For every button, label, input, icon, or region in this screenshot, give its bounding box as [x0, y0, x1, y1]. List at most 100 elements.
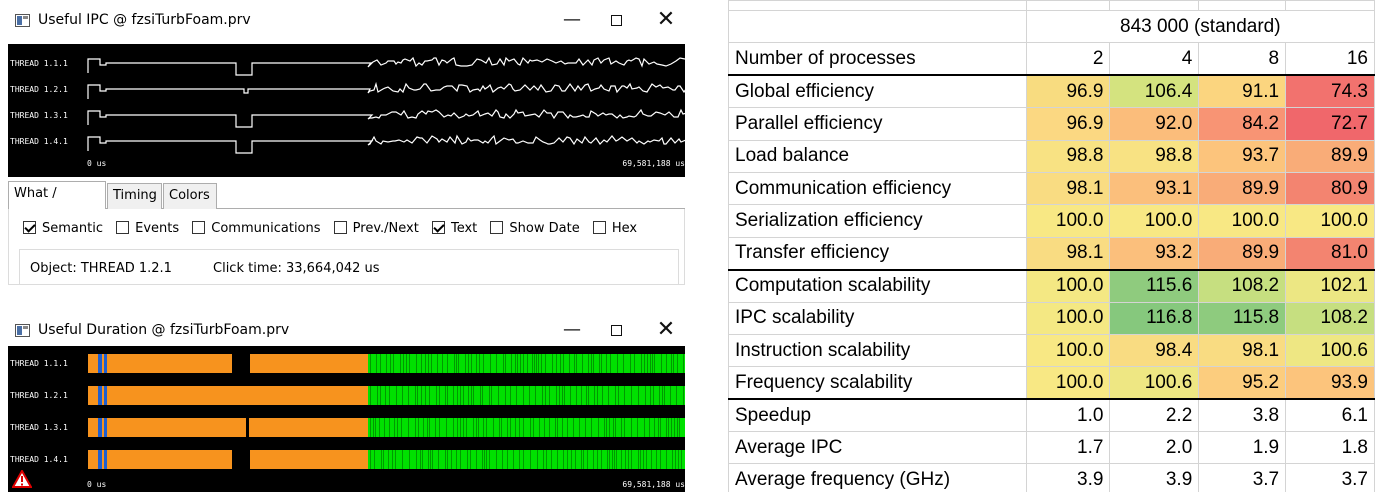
metric-label[interactable]: Computation scalability [728, 268, 1027, 303]
metric-value[interactable]: 100.0 [1025, 301, 1111, 335]
metric-label[interactable]: Average frequency (GHz) [728, 463, 1027, 492]
close-button[interactable]: ✕ [648, 6, 684, 34]
metric-label[interactable]: IPC scalability [728, 301, 1027, 335]
metric-value[interactable]: 93.7 [1198, 139, 1287, 173]
tab-timing[interactable]: Timing [107, 183, 162, 209]
metric-label[interactable]: Load balance [728, 139, 1027, 173]
metric-value[interactable]: 3.9 [1025, 463, 1111, 492]
table-cell[interactable] [728, 9, 1027, 44]
metric-value[interactable]: 93.1 [1109, 171, 1200, 206]
metric-value[interactable]: 108.2 [1198, 268, 1287, 303]
maximize-button[interactable] [598, 6, 634, 34]
events-checkbox[interactable]: Events [116, 221, 179, 236]
metric-value[interactable]: 98.1 [1025, 236, 1111, 271]
column-header[interactable]: 2 [1025, 42, 1111, 76]
metric-value[interactable]: 102.1 [1285, 268, 1375, 303]
metric-value[interactable]: 2.2 [1109, 398, 1200, 433]
communications-checkbox[interactable]: Communications [192, 221, 321, 236]
duration-green-stripe [375, 418, 376, 437]
metric-value[interactable]: 81.0 [1285, 236, 1375, 271]
metric-value[interactable]: 100.0 [1025, 268, 1111, 303]
metric-value[interactable]: 3.9 [1109, 463, 1200, 492]
column-header[interactable]: 16 [1285, 42, 1375, 76]
duration-green-stripe [586, 386, 587, 405]
ipc-window-titlebar[interactable]: Useful IPC @ fzsiTurbFoam.prv — ✕ [0, 0, 690, 40]
metric-value[interactable]: 89.9 [1285, 139, 1375, 173]
text-checkbox[interactable]: Text [431, 221, 477, 236]
metric-value[interactable]: 1.7 [1025, 431, 1111, 465]
metric-label[interactable]: Parallel efficiency [728, 107, 1027, 141]
duration-window-titlebar[interactable]: Useful Duration @ fzsiTurbFoam.prv — ✕ [0, 310, 690, 350]
metric-value[interactable]: 95.2 [1198, 366, 1287, 400]
column-header-label[interactable]: Number of processes [728, 42, 1027, 76]
table-cell[interactable] [728, 0, 1027, 11]
table-cell[interactable] [1198, 0, 1287, 11]
metric-value[interactable]: 93.9 [1285, 366, 1375, 400]
ipc-timeline-canvas[interactable]: THREAD 1.1.1 THREAD 1.2.1 THREAD 1.3.1 THRE… [8, 44, 685, 177]
metric-value[interactable]: 80.9 [1285, 171, 1375, 206]
metric-label[interactable]: Global efficiency [728, 74, 1027, 109]
metric-value[interactable]: 115.6 [1109, 268, 1200, 303]
metric-value[interactable]: 1.9 [1198, 431, 1287, 465]
minimize-button[interactable]: — [554, 316, 590, 344]
metric-value[interactable]: 100.0 [1285, 204, 1375, 238]
prev-next-checkbox[interactable]: Prev./Next [333, 221, 419, 236]
metric-label[interactable]: Instruction scalability [728, 333, 1027, 368]
metric-value[interactable]: 3.7 [1198, 463, 1287, 492]
metric-value[interactable]: 91.1 [1198, 74, 1287, 109]
metric-value[interactable]: 100.0 [1025, 204, 1111, 238]
metric-value[interactable]: 89.9 [1198, 171, 1287, 206]
metric-value[interactable]: 115.8 [1198, 301, 1287, 335]
metric-label[interactable]: Transfer efficiency [728, 236, 1027, 271]
metric-value[interactable]: 108.2 [1285, 301, 1375, 335]
table-cell[interactable] [1285, 0, 1375, 11]
metric-label[interactable]: Serialization efficiency [728, 204, 1027, 238]
metric-value[interactable]: 100.0 [1198, 204, 1287, 238]
metric-value[interactable]: 74.3 [1285, 74, 1375, 109]
metric-label[interactable]: Communication efficiency [728, 171, 1027, 206]
metric-value[interactable]: 98.1 [1198, 333, 1287, 368]
tab-colors[interactable]: Colors [163, 183, 217, 209]
dataset-header[interactable]: 843 000 (standard) [1025, 9, 1375, 44]
metric-value[interactable]: 96.9 [1025, 74, 1111, 109]
warning-icon[interactable] [12, 470, 32, 488]
metric-label[interactable]: Speedup [728, 398, 1027, 433]
table-cell[interactable] [1025, 0, 1111, 11]
metric-value[interactable]: 1.8 [1285, 431, 1375, 465]
metric-value[interactable]: 93.2 [1109, 236, 1200, 271]
duration-timeline-canvas[interactable]: THREAD 1.1.1 THREAD 1.2.1 THREAD 1.3.1 THRE… [8, 346, 685, 492]
tab-what-where[interactable]: What / Where [8, 181, 106, 225]
metric-value[interactable]: 1.0 [1025, 398, 1111, 433]
metric-value[interactable]: 89.9 [1198, 236, 1287, 271]
metric-label[interactable]: Frequency scalability [728, 366, 1027, 400]
metric-value[interactable]: 92.0 [1109, 107, 1200, 141]
metric-value[interactable]: 2.0 [1109, 431, 1200, 465]
close-button[interactable]: ✕ [648, 316, 684, 344]
table-cell[interactable] [1109, 0, 1200, 11]
hex-checkbox[interactable]: Hex [592, 221, 637, 236]
metric-label[interactable]: Average IPC [728, 431, 1027, 465]
metric-value[interactable]: 98.8 [1025, 139, 1111, 173]
metric-value[interactable]: 100.6 [1109, 366, 1200, 400]
maximize-button[interactable] [598, 316, 634, 344]
metric-value[interactable]: 106.4 [1109, 74, 1200, 109]
minimize-button[interactable]: — [554, 6, 590, 34]
metric-value[interactable]: 100.0 [1025, 333, 1111, 368]
show-date-checkbox[interactable]: Show Date [490, 221, 580, 236]
metric-value[interactable]: 116.8 [1109, 301, 1200, 335]
metric-value[interactable]: 96.9 [1025, 107, 1111, 141]
metric-value[interactable]: 6.1 [1285, 398, 1375, 433]
semantic-checkbox[interactable]: Semantic [23, 221, 103, 236]
metric-value[interactable]: 98.4 [1109, 333, 1200, 368]
metric-value[interactable]: 100.6 [1285, 333, 1375, 368]
metric-value[interactable]: 98.1 [1025, 171, 1111, 206]
metric-value[interactable]: 100.0 [1109, 204, 1200, 238]
metric-value[interactable]: 98.8 [1109, 139, 1200, 173]
column-header[interactable]: 4 [1109, 42, 1200, 76]
metric-value[interactable]: 3.7 [1285, 463, 1375, 492]
metric-value[interactable]: 3.8 [1198, 398, 1287, 433]
metric-value[interactable]: 84.2 [1198, 107, 1287, 141]
column-header[interactable]: 8 [1198, 42, 1287, 76]
metric-value[interactable]: 100.0 [1025, 366, 1111, 400]
metric-value[interactable]: 72.7 [1285, 107, 1375, 141]
